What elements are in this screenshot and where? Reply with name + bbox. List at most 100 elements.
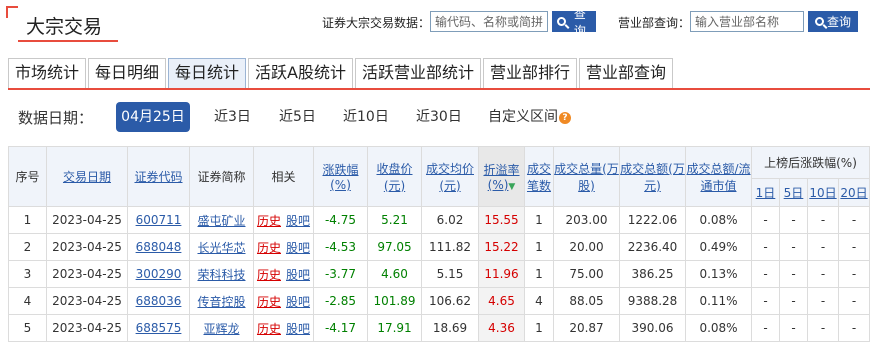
cell-date: 2023-04-25 bbox=[46, 233, 128, 261]
cell-close: 101.89 bbox=[367, 287, 422, 315]
cell-change: -4.17 bbox=[313, 314, 368, 342]
table-row: 4 2023-04-25 688036 传音控股 历史 股吧 -2.85 101.89 106.… bbox=[8, 287, 871, 315]
sort-desc-icon: ▼ bbox=[508, 182, 516, 192]
tabs-divider bbox=[8, 88, 870, 90]
header-code[interactable]: 证券代码 bbox=[127, 146, 190, 207]
cell-ratio: 0.08% bbox=[685, 206, 752, 234]
stock-search-button[interactable]: 查询 bbox=[552, 7, 596, 38]
cell-volume: 20.00 bbox=[553, 233, 620, 261]
tab-daily-stats[interactable]: 每日统计 bbox=[168, 58, 247, 88]
history-link[interactable]: 历史 bbox=[257, 214, 281, 228]
guba-link[interactable]: 股吧 bbox=[286, 241, 310, 255]
stock-name-link[interactable]: 长光华芯 bbox=[197, 241, 245, 255]
date-filter-label: 数据日期： bbox=[18, 109, 94, 127]
history-link[interactable]: 历史 bbox=[257, 241, 281, 255]
header-d5[interactable]: 5日 bbox=[779, 178, 808, 207]
header-avg-price-label: 成交均价(元) bbox=[425, 161, 474, 193]
header-d1[interactable]: 1日 bbox=[751, 178, 780, 207]
header-close[interactable]: 收盘价(元) bbox=[367, 146, 422, 207]
header-d10[interactable]: 10日 bbox=[807, 178, 839, 207]
stock-name-link[interactable]: 盛屯矿业 bbox=[197, 214, 245, 228]
header-volume[interactable]: 成交总量(万股) bbox=[553, 146, 620, 207]
history-link[interactable]: 历史 bbox=[257, 322, 281, 336]
stock-code-link[interactable]: 300290 bbox=[136, 267, 182, 281]
cell-date: 2023-04-25 bbox=[46, 260, 128, 288]
date-option-10d[interactable]: 近10日 bbox=[343, 102, 389, 132]
page-header: 大宗交易 证券大宗交易数据： 查询 营业部查询： 查询 bbox=[0, 0, 878, 46]
header-amount[interactable]: 成交总额(万元) bbox=[619, 146, 686, 207]
dept-search-input[interactable] bbox=[690, 11, 804, 32]
page-title: 大宗交易 bbox=[26, 16, 103, 38]
cell-d10: - bbox=[807, 314, 839, 342]
date-option-custom[interactable]: 自定义区间 bbox=[488, 102, 558, 132]
tab-dept-ranking[interactable]: 营业部排行 bbox=[483, 58, 578, 88]
cell-count: 1 bbox=[524, 314, 554, 342]
guba-link[interactable]: 股吧 bbox=[286, 268, 310, 282]
cell-close: 17.91 bbox=[367, 314, 422, 342]
header-d5-label: 5日 bbox=[783, 186, 804, 200]
stock-name-link[interactable]: 传音控股 bbox=[197, 295, 245, 309]
stock-code-link[interactable]: 688036 bbox=[136, 294, 182, 308]
dept-search-button[interactable]: 查询 bbox=[808, 11, 858, 32]
guba-link[interactable]: 股吧 bbox=[286, 322, 310, 336]
stock-code-link[interactable]: 688048 bbox=[136, 240, 182, 254]
date-option-30d[interactable]: 近30日 bbox=[416, 102, 462, 132]
cell-related: 历史 股吧 bbox=[253, 260, 314, 288]
date-option-3d[interactable]: 近3日 bbox=[214, 102, 251, 132]
cell-avg-price: 18.69 bbox=[421, 314, 479, 342]
cell-seq: 1 bbox=[8, 206, 47, 234]
stock-name-link[interactable]: 荣科科技 bbox=[197, 268, 245, 282]
history-link[interactable]: 历史 bbox=[257, 295, 281, 309]
search-icon bbox=[557, 17, 566, 26]
cell-d20: - bbox=[837, 233, 871, 261]
header-premium[interactable]: 折溢率(%)▼ bbox=[478, 146, 525, 207]
cell-date: 2023-04-25 bbox=[46, 314, 128, 342]
cell-d10: - bbox=[807, 233, 839, 261]
header-date[interactable]: 交易日期 bbox=[46, 146, 128, 207]
stock-search-input[interactable] bbox=[430, 11, 548, 32]
cell-premium: 11.96 bbox=[478, 260, 525, 288]
stock-code-link[interactable]: 600711 bbox=[136, 213, 182, 227]
tab-dept-query[interactable]: 营业部查询 bbox=[579, 58, 674, 88]
table-row: 1 2023-04-25 600711 盛屯矿业 历史 股吧 -4.75 5.21 6.02 15… bbox=[8, 206, 871, 234]
cell-code: 688036 bbox=[127, 287, 190, 315]
title-corner-decoration bbox=[6, 6, 18, 18]
tab-active-dept-stats[interactable]: 活跃营业部统计 bbox=[355, 58, 482, 88]
header-change[interactable]: 涨跌幅(%) bbox=[313, 146, 368, 207]
header-d20[interactable]: 20日 bbox=[837, 178, 871, 207]
cell-seq: 3 bbox=[8, 260, 47, 288]
cell-close: 5.21 bbox=[367, 206, 422, 234]
cell-d20: - bbox=[837, 260, 871, 288]
cell-date: 2023-04-25 bbox=[46, 206, 128, 234]
cell-related: 历史 股吧 bbox=[253, 233, 314, 261]
tab-daily-detail[interactable]: 每日明细 bbox=[88, 58, 167, 88]
cell-change: -4.75 bbox=[313, 206, 368, 234]
tab-active-a-stats[interactable]: 活跃A股统计 bbox=[248, 58, 353, 88]
help-icon[interactable]: ? bbox=[559, 112, 571, 124]
stock-name-link[interactable]: 亚辉龙 bbox=[203, 322, 239, 336]
cell-name: 盛屯矿业 bbox=[189, 206, 254, 234]
cell-related: 历史 股吧 bbox=[253, 314, 314, 342]
cell-avg-price: 6.02 bbox=[421, 206, 479, 234]
stock-code-link[interactable]: 688575 bbox=[136, 321, 182, 335]
header-count[interactable]: 成交笔数 bbox=[524, 146, 554, 207]
cell-change: -4.53 bbox=[313, 233, 368, 261]
cell-premium: 4.36 bbox=[478, 314, 525, 342]
guba-link[interactable]: 股吧 bbox=[286, 214, 310, 228]
header-count-label: 成交笔数 bbox=[526, 161, 551, 193]
header-avg-price[interactable]: 成交均价(元) bbox=[421, 146, 479, 207]
block-trade-table: 序号 交易日期 证券代码 证券简称 相关 涨跌幅(%) 收盘价(元) 成交均价(… bbox=[8, 146, 871, 342]
cell-d20: - bbox=[837, 206, 871, 234]
cell-code: 600711 bbox=[127, 206, 190, 234]
tab-market-stats[interactable]: 市场统计 bbox=[8, 58, 87, 88]
history-link[interactable]: 历史 bbox=[257, 268, 281, 282]
date-option-5d[interactable]: 近5日 bbox=[279, 102, 316, 132]
cell-name: 长光华芯 bbox=[189, 233, 254, 261]
cell-amount: 9388.28 bbox=[619, 287, 686, 315]
header-ratio[interactable]: 成交总额/流通市值 bbox=[685, 146, 752, 207]
cell-d20: - bbox=[837, 314, 871, 342]
guba-link[interactable]: 股吧 bbox=[286, 295, 310, 309]
header-close-label: 收盘价(元) bbox=[376, 161, 413, 193]
date-option-today[interactable]: 04月25日 bbox=[116, 102, 190, 132]
cell-d5: - bbox=[779, 233, 808, 261]
